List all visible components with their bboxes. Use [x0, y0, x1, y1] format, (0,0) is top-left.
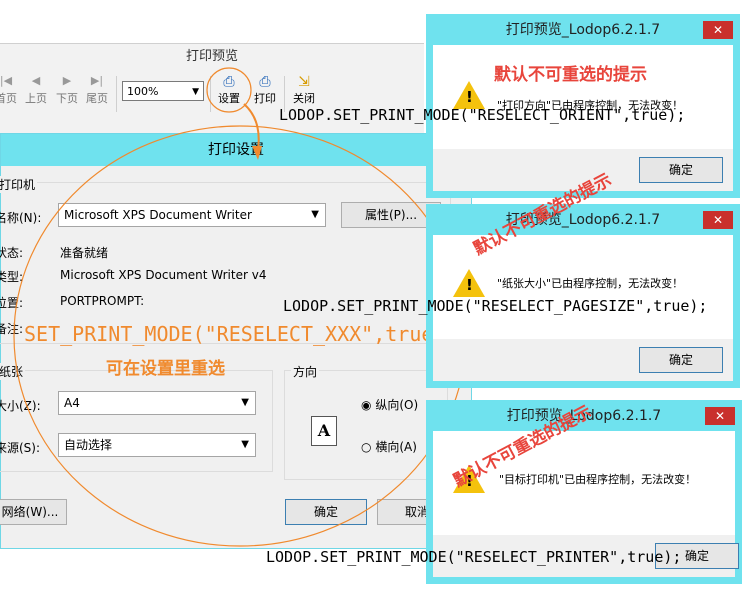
dialog-body: ! "目标打印机"已由程序控制，无法改变！	[433, 431, 735, 535]
arrow-head	[252, 146, 262, 160]
close-icon[interactable]: ✕	[703, 211, 733, 229]
close-icon[interactable]: ✕	[705, 407, 735, 425]
code-printer: LODOP.SET_PRINT_MODE("RESELECT_PRINTER",…	[266, 548, 682, 566]
dialog-footer: 确定	[433, 339, 733, 381]
dialog-message: "纸张大小"已由程序控制，无法改变！	[497, 277, 684, 290]
main-note-annotation: 可在设置里重选	[106, 359, 225, 379]
dialog-message: "目标打印机"已由程序控制，无法改变！	[499, 473, 697, 486]
close-icon[interactable]: ✕	[703, 21, 733, 39]
warning-icon: !	[453, 81, 485, 109]
main-code-annotation: SET_PRINT_MODE("RESELECT_XXX",true);	[24, 322, 458, 346]
code-orient: LODOP.SET_PRINT_MODE("RESELECT_ORIENT",t…	[279, 106, 686, 124]
arrow-line	[243, 103, 260, 151]
dialog-ok-button[interactable]: 确定	[639, 157, 723, 183]
dialog-ok-button[interactable]: 确定	[639, 347, 723, 373]
note-top: 默认不可重选的提示	[494, 65, 647, 85]
code-pagesize: LODOP.SET_PRINT_MODE("RESELECT_PAGESIZE"…	[283, 297, 708, 315]
warning-icon: !	[453, 269, 485, 297]
alert-dialog-pagesize: 打印预览_Lodop6.2.1.7 ✕ ! "纸张大小"已由程序控制，无法改变！…	[426, 204, 740, 388]
dialog-title: 打印预览_Lodop6.2.1.7	[505, 22, 661, 38]
dialog-title: 打印预览_Lodop6.2.1.7	[505, 212, 661, 228]
